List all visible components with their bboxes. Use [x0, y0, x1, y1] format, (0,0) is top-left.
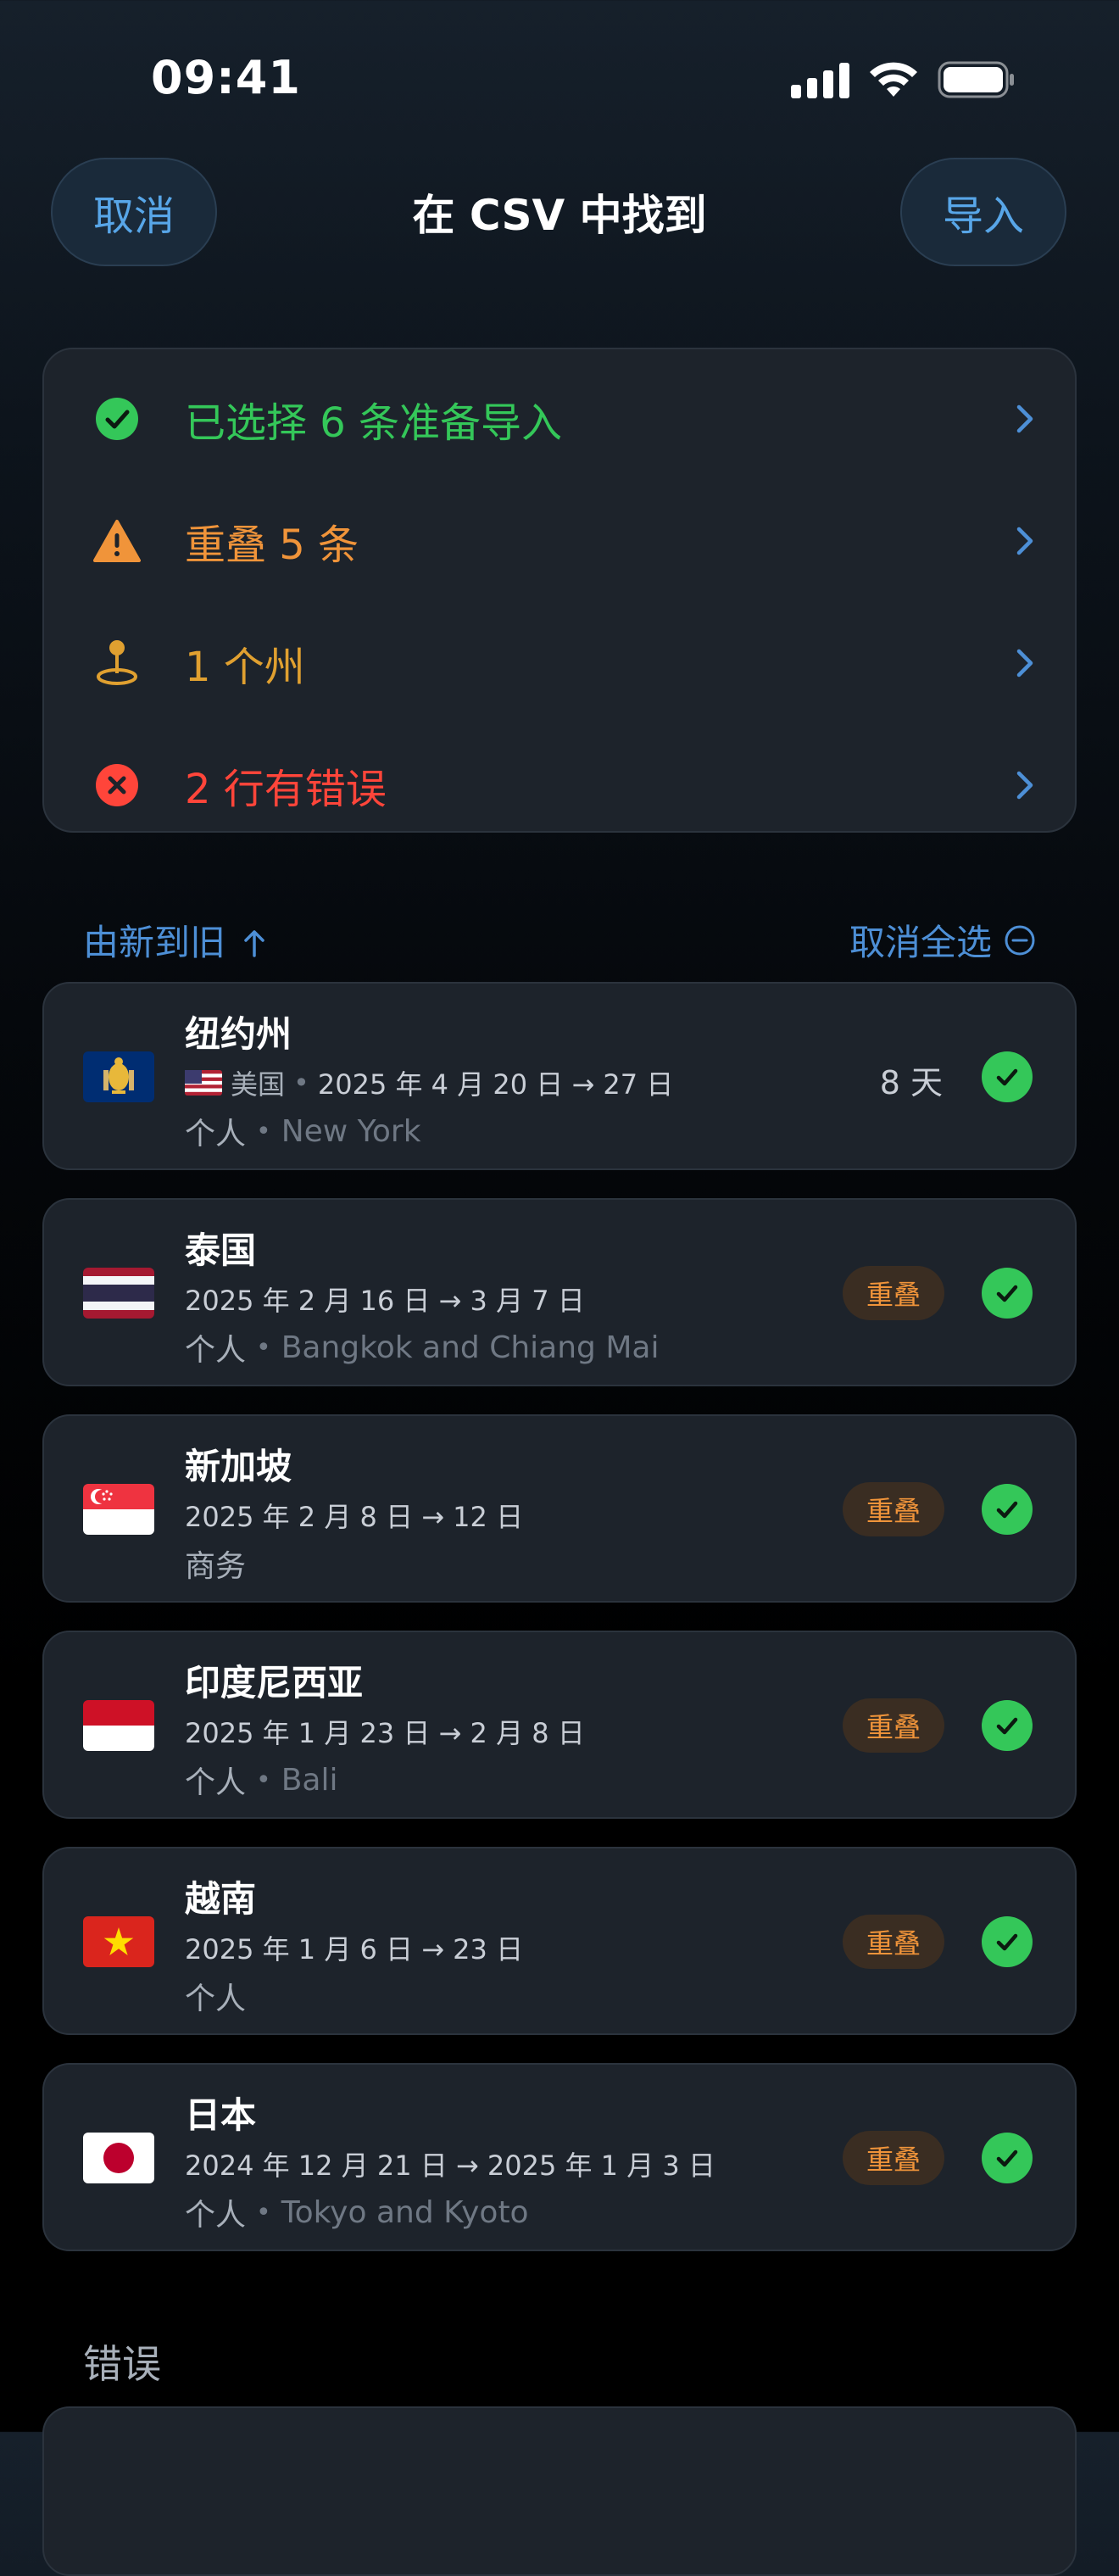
trip-name: 印度尼西亚 — [185, 1662, 364, 1703]
trip-name: 新加坡 — [185, 1446, 292, 1487]
cellular-signal-icon — [791, 61, 849, 98]
trip-place: Tokyo and Kyoto — [281, 2194, 529, 2230]
import-button[interactable]: 导入 — [900, 158, 1066, 266]
check-circle-icon — [93, 395, 141, 443]
summary-label: 1 个州 — [185, 644, 305, 691]
trip-meta: 个人 — [185, 1974, 246, 2018]
trip-dates-row: 美国 • 2025 年 4 月 20 日 → 27 日 — [185, 1063, 673, 1102]
separator-dot: • — [293, 1067, 309, 1099]
sort-order-button[interactable]: 由新到旧 — [83, 914, 267, 966]
battery-icon — [938, 61, 1014, 98]
map-pin-icon — [93, 639, 141, 687]
new-york-state-flag-icon — [83, 1051, 154, 1102]
trip-name: 日本 — [185, 2094, 257, 2136]
indonesia-flag-icon — [83, 1700, 154, 1751]
summary-row-states[interactable]: 1 个州 — [44, 612, 1075, 714]
thailand-flag-icon — [83, 1268, 154, 1319]
trip-card[interactable]: 日本 2024 年 12 月 21 日 → 2025 年 1 月 3 日 个人 … — [42, 2063, 1077, 2251]
trip-meta: 个人 • Bangkok and Chiang Mai — [185, 1325, 659, 1369]
trip-card[interactable]: 印度尼西亚 2025 年 1 月 23 日 → 2 月 8 日 个人 • Bal… — [42, 1631, 1077, 1819]
summary-row-errors[interactable]: 2 行有错误 — [44, 734, 1075, 836]
warning-triangle-icon — [93, 517, 141, 565]
trip-place: Bangkok and Chiang Mai — [281, 1330, 660, 1365]
summary-label: 2 行有错误 — [185, 766, 387, 813]
wifi-icon — [870, 62, 917, 97]
japan-flag-icon — [83, 2133, 154, 2183]
summary-label: 已选择 6 条准备导入 — [185, 399, 563, 447]
trip-dates: 2025 年 4 月 20 日 → 27 日 — [317, 1068, 674, 1101]
deselect-all-label: 取消全选 — [849, 922, 992, 963]
errors-card — [42, 2406, 1077, 2576]
trip-category: 个人 — [185, 1982, 247, 2016]
selected-check-icon[interactable] — [982, 1268, 1033, 1319]
trip-meta: 个人 • Tokyo and Kyoto — [185, 2190, 529, 2234]
summary-row-selected[interactable]: 已选择 6 条准备导入 — [44, 368, 1075, 470]
trip-category: 商务 — [185, 1549, 247, 1584]
us-flag-icon — [185, 1070, 222, 1096]
overlap-badge: 重叠 — [843, 2131, 944, 2185]
separator-dot: • — [256, 1332, 271, 1363]
trip-meta: 个人 • New York — [185, 1109, 421, 1153]
arrow-up-icon — [244, 930, 265, 957]
separator-dot: • — [256, 1765, 271, 1795]
singapore-flag-icon — [83, 1484, 154, 1535]
trip-country: 美国 — [231, 1068, 286, 1101]
trip-dates: 2025 年 2 月 8 日 → 12 日 — [185, 1501, 524, 1533]
trip-dates: 2025 年 1 月 23 日 → 2 月 8 日 — [185, 1717, 585, 1749]
overlap-badge: 重叠 — [843, 1266, 944, 1320]
status-time: 09:41 — [151, 51, 301, 104]
trip-name: 纽约州 — [185, 1013, 292, 1055]
minus-circle-icon — [1005, 925, 1035, 955]
chevron-right-icon — [1016, 649, 1033, 677]
trip-category: 个人 — [185, 2198, 247, 2233]
separator-dot: • — [256, 1116, 271, 1146]
selected-check-icon[interactable] — [982, 1484, 1033, 1535]
status-icons — [791, 61, 1016, 98]
trip-category: 个人 — [185, 1117, 247, 1151]
selected-check-icon[interactable] — [982, 2133, 1033, 2183]
trip-dates: 2025 年 2 月 16 日 → 3 月 7 日 — [185, 1285, 585, 1317]
overlap-badge: 重叠 — [843, 1482, 944, 1536]
selected-check-icon[interactable] — [982, 1051, 1033, 1102]
sort-order-label: 由新到旧 — [83, 922, 226, 963]
trip-category: 个人 — [185, 1765, 247, 1800]
overlap-badge: 重叠 — [843, 1698, 944, 1753]
status-bar: 09:41 — [0, 0, 1119, 161]
trip-card[interactable]: 泰国 2025 年 2 月 16 日 → 3 月 7 日 个人 • Bangko… — [42, 1198, 1077, 1386]
trip-meta: 个人 • Bali — [185, 1758, 337, 1802]
errors-section-title: 错误 — [83, 2341, 161, 2387]
summary-card: 已选择 6 条准备导入 重叠 5 条 1 个州 2 行有错误 — [42, 348, 1077, 833]
chevron-right-icon — [1016, 771, 1033, 800]
trip-dates: 2024 年 12 月 21 日 → 2025 年 1 月 3 日 — [185, 2149, 715, 2182]
overlap-badge: 重叠 — [843, 1915, 944, 1969]
trip-place: New York — [281, 1113, 421, 1149]
trip-meta: 商务 — [185, 1542, 246, 1586]
vietnam-flag-icon — [83, 1916, 154, 1967]
chevron-right-icon — [1016, 404, 1033, 433]
deselect-all-button[interactable]: 取消全选 — [849, 914, 1036, 966]
trip-card[interactable]: 越南 2025 年 1 月 6 日 → 23 日 个人 重叠 — [42, 1847, 1077, 2035]
trip-category: 个人 — [185, 1333, 247, 1368]
trip-name: 越南 — [185, 1878, 257, 1920]
summary-label: 重叠 5 条 — [185, 521, 359, 569]
trip-dates: 2025 年 1 月 6 日 → 23 日 — [185, 1933, 524, 1965]
summary-row-overlap[interactable]: 重叠 5 条 — [44, 490, 1075, 592]
trip-card[interactable]: 新加坡 2025 年 2 月 8 日 → 12 日 商务 重叠 — [42, 1414, 1077, 1603]
chevron-right-icon — [1016, 527, 1033, 555]
trip-days: 8 天 — [879, 1064, 943, 1101]
x-circle-icon — [93, 761, 141, 809]
trip-place: Bali — [281, 1762, 338, 1798]
selected-check-icon[interactable] — [982, 1700, 1033, 1751]
separator-dot: • — [256, 2197, 271, 2228]
trip-card[interactable]: 纽约州 美国 • 2025 年 4 月 20 日 → 27 日 个人 • New… — [42, 982, 1077, 1170]
selected-check-icon[interactable] — [982, 1916, 1033, 1967]
trip-name: 泰国 — [185, 1229, 257, 1271]
